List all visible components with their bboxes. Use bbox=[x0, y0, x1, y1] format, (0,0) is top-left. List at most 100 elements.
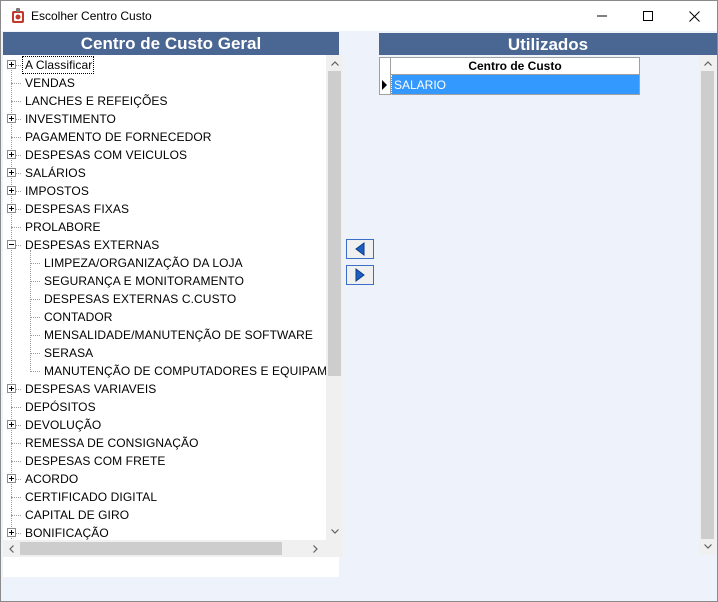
tree-node-label[interactable]: DEPÓSITOS bbox=[25, 400, 96, 414]
scroll-left-icon[interactable] bbox=[3, 540, 20, 557]
grid-cell[interactable]: SALARIO bbox=[391, 75, 640, 95]
tree-node[interactable]: CERTIFICADO DIGITAL bbox=[3, 488, 326, 506]
expand-plus-icon[interactable] bbox=[7, 114, 16, 123]
tree-node-label[interactable]: A Classificar bbox=[22, 56, 95, 74]
minimize-button[interactable] bbox=[579, 1, 625, 31]
tree-node[interactable]: PROLABORE bbox=[3, 218, 326, 236]
tree-node-label[interactable]: DESPESAS VARIAVEIS bbox=[25, 382, 156, 396]
tree-node[interactable]: INVESTIMENTO bbox=[3, 110, 326, 128]
tree-node[interactable]: MANUTENÇÃO DE COMPUTADORES E EQUIPAMENTO… bbox=[3, 362, 326, 380]
tree-node-label[interactable]: CERTIFICADO DIGITAL bbox=[25, 490, 157, 504]
tree-node[interactable]: DESPESAS FIXAS bbox=[3, 200, 326, 218]
tree-node[interactable]: DESPESAS VARIAVEIS bbox=[3, 380, 326, 398]
tree-connector bbox=[30, 371, 40, 372]
tree-node-label[interactable]: DESPESAS COM FRETE bbox=[25, 454, 166, 468]
tree-node[interactable]: MENSALIDADE/MANUTENÇÃO DE SOFTWARE bbox=[3, 326, 326, 344]
tree-connector bbox=[30, 263, 40, 264]
maximize-button[interactable] bbox=[625, 1, 671, 31]
tree-node-label[interactable]: SEGURANÇA E MONITORAMENTO bbox=[44, 274, 244, 288]
tree-horizontal-scroll-thumb[interactable] bbox=[20, 542, 282, 555]
tree-node[interactable]: CONTADOR bbox=[3, 308, 326, 326]
scroll-right-icon[interactable] bbox=[307, 540, 324, 557]
tree-node-label[interactable]: DESPESAS EXTERNAS C.CUSTO bbox=[44, 292, 236, 306]
tree-vertical-scroll-thumb[interactable] bbox=[328, 71, 341, 376]
column-header-centro-de-custo[interactable]: Centro de Custo bbox=[391, 57, 640, 75]
title-bar[interactable]: Escolher Centro Custo bbox=[1, 1, 717, 31]
tree-node[interactable]: PAGAMENTO DE FORNECEDOR bbox=[3, 128, 326, 146]
scroll-up-icon[interactable] bbox=[326, 55, 343, 72]
expand-plus-icon[interactable] bbox=[7, 474, 16, 483]
grid-vertical-scrollbar[interactable] bbox=[699, 55, 716, 555]
scroll-down-icon[interactable] bbox=[326, 523, 343, 540]
tree-node[interactable]: DESPESAS EXTERNAS C.CUSTO bbox=[3, 290, 326, 308]
app-puzzle-icon bbox=[12, 8, 24, 23]
tree-node-label[interactable]: DEVOLUÇÃO bbox=[25, 418, 101, 432]
tree-node-label[interactable]: REMESSA DE CONSIGNAÇÃO bbox=[25, 436, 199, 450]
tree-node[interactable]: VENDAS bbox=[3, 74, 326, 92]
expand-plus-icon[interactable] bbox=[7, 204, 16, 213]
tree-connector bbox=[30, 281, 40, 282]
minimize-icon bbox=[597, 15, 607, 17]
tree-node-label[interactable]: VENDAS bbox=[25, 76, 75, 90]
expand-plus-icon[interactable] bbox=[7, 420, 16, 429]
tree-node[interactable]: SERASA bbox=[3, 344, 326, 362]
current-row-indicator[interactable] bbox=[379, 75, 391, 95]
tree-node-label[interactable]: LANCHES E REFEIÇÕES bbox=[25, 94, 168, 108]
tree-horizontal-scrollbar[interactable] bbox=[3, 540, 326, 557]
tree-node[interactable]: IMPOSTOS bbox=[3, 182, 326, 200]
tree-node-label[interactable]: CAPITAL DE GIRO bbox=[25, 508, 129, 522]
tree-node[interactable]: DESPESAS COM VEICULOS bbox=[3, 146, 326, 164]
tree-node-label[interactable]: INVESTIMENTO bbox=[25, 112, 116, 126]
expand-plus-icon[interactable] bbox=[7, 150, 16, 159]
tree-node-label[interactable]: CONTADOR bbox=[44, 310, 113, 324]
tree-node[interactable]: BONIFICAÇÃO bbox=[3, 524, 326, 540]
tree-node-label[interactable]: MENSALIDADE/MANUTENÇÃO DE SOFTWARE bbox=[44, 328, 313, 342]
tree-node-label[interactable]: DESPESAS EXTERNAS bbox=[25, 238, 159, 252]
expand-plus-icon[interactable] bbox=[7, 186, 16, 195]
grid-scroll-up-icon[interactable] bbox=[699, 55, 716, 72]
tree-node[interactable]: SALÁRIOS bbox=[3, 164, 326, 182]
tree-node-label[interactable]: LIMPEZA/ORGANIZAÇÃO DA LOJA bbox=[44, 256, 243, 270]
tree-node-label[interactable]: PROLABORE bbox=[25, 220, 101, 234]
tree-node-label[interactable]: BONIFICAÇÃO bbox=[25, 526, 109, 540]
tree-node[interactable]: LIMPEZA/ORGANIZAÇÃO DA LOJA bbox=[3, 254, 326, 272]
cost-center-tree[interactable]: A Classificar VENDAS LANCHES E REFEIÇÕES IN… bbox=[3, 55, 343, 577]
tree-node[interactable]: DESPESAS EXTERNAS bbox=[3, 236, 326, 254]
expand-plus-icon[interactable] bbox=[7, 60, 16, 69]
tree-node[interactable]: DESPESAS COM FRETE bbox=[3, 452, 326, 470]
tree-connector bbox=[11, 137, 21, 138]
grid-vertical-scroll-thumb[interactable] bbox=[701, 71, 714, 539]
close-icon bbox=[688, 10, 700, 22]
tree-viewport[interactable]: A Classificar VENDAS LANCHES E REFEIÇÕES IN… bbox=[3, 55, 326, 540]
tree-connector bbox=[11, 227, 21, 228]
tree-node-label[interactable]: DESPESAS COM VEICULOS bbox=[25, 148, 187, 162]
tree-node[interactable]: CAPITAL DE GIRO bbox=[3, 506, 326, 524]
expand-plus-icon[interactable] bbox=[7, 168, 16, 177]
move-right-button[interactable] bbox=[346, 265, 374, 285]
tree-node-label[interactable]: PAGAMENTO DE FORNECEDOR bbox=[25, 130, 212, 144]
expand-plus-icon[interactable] bbox=[7, 384, 16, 393]
used-cost-centers-grid[interactable]: Centro de Custo SALARIO bbox=[379, 55, 717, 577]
tree-node-label[interactable]: DESPESAS FIXAS bbox=[25, 202, 129, 216]
close-button[interactable] bbox=[671, 1, 717, 31]
tree-node-label[interactable]: SALÁRIOS bbox=[25, 166, 86, 180]
maximize-icon bbox=[643, 11, 653, 21]
move-left-button[interactable] bbox=[346, 239, 374, 259]
grid-scroll-down-icon[interactable] bbox=[699, 538, 716, 555]
expand-plus-icon[interactable] bbox=[7, 528, 16, 537]
tree-node-label[interactable]: MANUTENÇÃO DE COMPUTADORES E EQUIPAMENTO… bbox=[44, 364, 326, 378]
tree-vertical-scrollbar[interactable] bbox=[326, 55, 343, 540]
tree-connector bbox=[30, 353, 40, 354]
tree-node-label[interactable]: ACORDO bbox=[25, 472, 78, 486]
tree-node[interactable]: DEPÓSITOS bbox=[3, 398, 326, 416]
tree-node[interactable]: SEGURANÇA E MONITORAMENTO bbox=[3, 272, 326, 290]
tree-connector bbox=[11, 497, 21, 498]
tree-node[interactable]: ACORDO bbox=[3, 470, 326, 488]
tree-node-label[interactable]: SERASA bbox=[44, 346, 93, 360]
tree-node[interactable]: REMESSA DE CONSIGNAÇÃO bbox=[3, 434, 326, 452]
tree-node-label[interactable]: IMPOSTOS bbox=[25, 184, 89, 198]
tree-node[interactable]: A Classificar bbox=[3, 56, 326, 74]
tree-node[interactable]: DEVOLUÇÃO bbox=[3, 416, 326, 434]
collapse-minus-icon[interactable] bbox=[7, 240, 16, 249]
tree-node[interactable]: LANCHES E REFEIÇÕES bbox=[3, 92, 326, 110]
